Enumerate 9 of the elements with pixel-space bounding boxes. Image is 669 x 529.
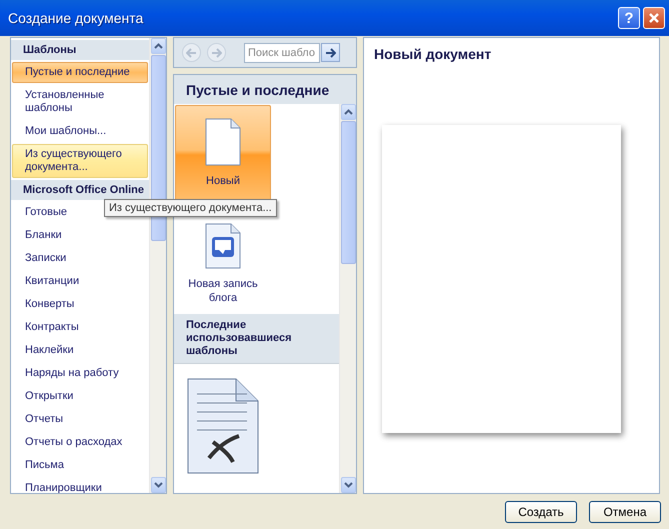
template-label: Новый: [206, 174, 240, 188]
tooltip: Из существующего документа...: [104, 199, 277, 217]
preview-title: Новый документ: [373, 45, 492, 64]
section-header: Последние использовавшиеся шаблоны: [174, 314, 339, 364]
template-label: Новая запись блога: [187, 277, 259, 306]
category-header: Microsoft Office Online: [11, 180, 149, 200]
window-title: Создание документа: [8, 10, 144, 26]
category-header: Шаблоны: [11, 40, 149, 60]
gallery-title: Пустые и последние: [174, 75, 356, 104]
